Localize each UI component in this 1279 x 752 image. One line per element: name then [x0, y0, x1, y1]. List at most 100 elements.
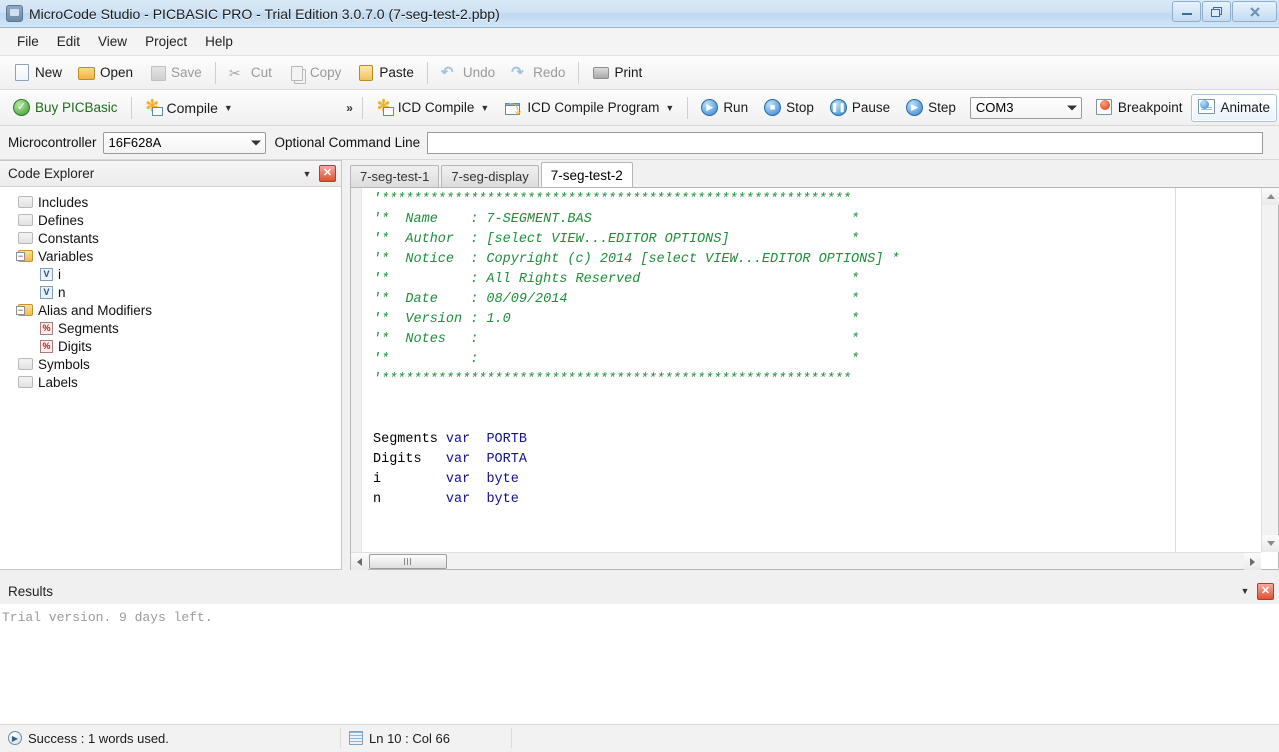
new-label: New	[35, 65, 62, 80]
print-button[interactable]: Print	[585, 59, 649, 87]
editor-horizontal-scrollbar[interactable]	[351, 552, 1261, 569]
tree-node-constants[interactable]: Constants	[4, 229, 341, 247]
title-bar: MicroCode Studio - PICBASIC PRO - Trial …	[0, 0, 1279, 28]
undo-button[interactable]: ↶ Undo	[434, 59, 502, 87]
scroll-right-button[interactable]	[1244, 553, 1261, 570]
code-token: '* : *	[373, 352, 859, 367]
scroll-down-button[interactable]	[1262, 535, 1279, 552]
cut-button[interactable]: ✂ Cut	[222, 59, 279, 87]
tree-node-label: Includes	[38, 195, 88, 210]
command-line-label: Optional Command Line	[275, 135, 421, 150]
code-line: '* Name : 7-SEGMENT.BAS *	[373, 210, 1261, 230]
tree-node-variable-n[interactable]: V n	[4, 283, 341, 301]
tree-node-labels[interactable]: Labels	[4, 373, 341, 391]
code-token: '* Date : 08/09/2014 *	[373, 292, 859, 307]
tree-node-alias-segments[interactable]: % Segments	[4, 319, 341, 337]
chevron-down-icon	[1067, 105, 1077, 110]
info-circle-icon: ▶	[8, 731, 22, 745]
tab-7-seg-display[interactable]: 7-seg-display	[441, 165, 538, 187]
breakpoint-button[interactable]: Breakpoint	[1089, 94, 1190, 122]
menu-view[interactable]: View	[89, 31, 136, 52]
editor-vertical-scrollbar[interactable]	[1261, 188, 1278, 552]
redo-button[interactable]: ↷ Redo	[504, 59, 572, 87]
tree-node-label: Labels	[38, 375, 78, 390]
scroll-up-button[interactable]	[1262, 188, 1279, 205]
chevron-down-icon[interactable]: ▼	[480, 103, 489, 113]
code-line: Segments var PORTB	[373, 430, 1261, 450]
collapse-expander-icon[interactable]: −	[16, 306, 25, 315]
animate-button[interactable]: Animate	[1191, 94, 1277, 122]
editor-gutter[interactable]	[351, 188, 362, 569]
close-button[interactable]	[1232, 1, 1277, 22]
tree-node-variables[interactable]: − Variables	[4, 247, 341, 265]
redo-label: Redo	[533, 65, 565, 80]
code-explorer-header: Code Explorer ▼ ✕	[0, 161, 341, 187]
code-text[interactable]: '***************************************…	[363, 188, 1261, 552]
folder-icon	[18, 196, 33, 208]
stop-button[interactable]: ■ Stop	[757, 94, 821, 122]
tree-node-alias-and-modifiers[interactable]: − Alias and Modifiers	[4, 301, 341, 319]
tree-node-alias-digits[interactable]: % Digits	[4, 337, 341, 355]
microcontroller-select[interactable]: 16F628A	[103, 132, 266, 154]
run-button[interactable]: ▶ Run	[694, 94, 755, 122]
chevron-down-icon[interactable]: ▼	[665, 103, 674, 113]
close-icon[interactable]: ✕	[319, 165, 336, 182]
code-token	[470, 492, 486, 507]
maximize-restore-button[interactable]	[1202, 1, 1231, 22]
code-editor[interactable]: '***************************************…	[350, 187, 1279, 570]
pause-icon: ❚❚	[830, 99, 848, 117]
code-token	[470, 432, 486, 447]
printer-icon	[592, 64, 610, 82]
code-token	[470, 472, 486, 487]
chevron-down-icon[interactable]: ▼	[299, 169, 315, 179]
icd-compile-program-button[interactable]: ⤵ ICD Compile Program ▼	[498, 94, 681, 122]
new-button[interactable]: New	[6, 59, 69, 87]
code-line: '* Notice : Copyright (c) 2014 [select V…	[373, 250, 1261, 270]
code-token: i	[373, 472, 446, 487]
menu-project[interactable]: Project	[136, 31, 196, 52]
tree-node-defines[interactable]: Defines	[4, 211, 341, 229]
results-title: Results	[8, 584, 53, 599]
compile-button[interactable]: Compile ▼	[138, 94, 240, 122]
com-port-select[interactable]: COM3	[970, 97, 1082, 119]
code-token: '* Version : 1.0 *	[373, 312, 859, 327]
code-token: '* Notes : *	[373, 332, 859, 347]
toolbar-separator	[131, 97, 132, 119]
toolbar-overflow-button[interactable]: »	[342, 101, 357, 115]
menu-edit[interactable]: Edit	[48, 31, 89, 52]
chevron-down-icon[interactable]: ▼	[224, 103, 233, 113]
compile-star-icon	[145, 99, 163, 117]
menu-file[interactable]: File	[8, 31, 48, 52]
command-line-input[interactable]	[427, 132, 1263, 154]
code-line: '***************************************…	[373, 190, 1261, 210]
collapse-expander-icon[interactable]: −	[16, 252, 25, 261]
device-toolbar: Microcontroller 16F628A Optional Command…	[0, 126, 1279, 160]
menu-help[interactable]: Help	[196, 31, 242, 52]
horizontal-scroll-thumb[interactable]	[369, 554, 447, 569]
step-label: Step	[928, 100, 956, 115]
scroll-left-button[interactable]	[351, 553, 368, 570]
icd-compile-button[interactable]: ICD Compile ▼	[369, 94, 496, 122]
document-lines-icon	[349, 731, 363, 745]
chevron-down-icon[interactable]: ▼	[1237, 586, 1253, 596]
tab-7-seg-test-1[interactable]: 7-seg-test-1	[350, 165, 439, 187]
com-port-value: COM3	[976, 100, 1014, 115]
pause-button[interactable]: ❚❚ Pause	[823, 94, 897, 122]
tree-node-symbols[interactable]: Symbols	[4, 355, 341, 373]
save-button[interactable]: Save	[142, 59, 209, 87]
copy-label: Copy	[310, 65, 342, 80]
print-label: Print	[614, 65, 642, 80]
code-line: '* Version : 1.0 *	[373, 310, 1261, 330]
tab-7-seg-test-2[interactable]: 7-seg-test-2	[541, 162, 633, 187]
copy-button[interactable]: Copy	[281, 59, 349, 87]
buy-picbasic-button[interactable]: ✓ Buy PICBasic	[6, 94, 125, 122]
close-icon[interactable]: ✕	[1257, 583, 1274, 600]
step-button[interactable]: ▶ Step	[899, 94, 963, 122]
tree-node-includes[interactable]: Includes	[4, 193, 341, 211]
stop-label: Stop	[786, 100, 814, 115]
paste-button[interactable]: Paste	[350, 59, 421, 87]
grip-icon	[404, 558, 413, 565]
minimize-button[interactable]	[1172, 1, 1201, 22]
tree-node-variable-i[interactable]: V i	[4, 265, 341, 283]
open-button[interactable]: Open	[71, 59, 140, 87]
